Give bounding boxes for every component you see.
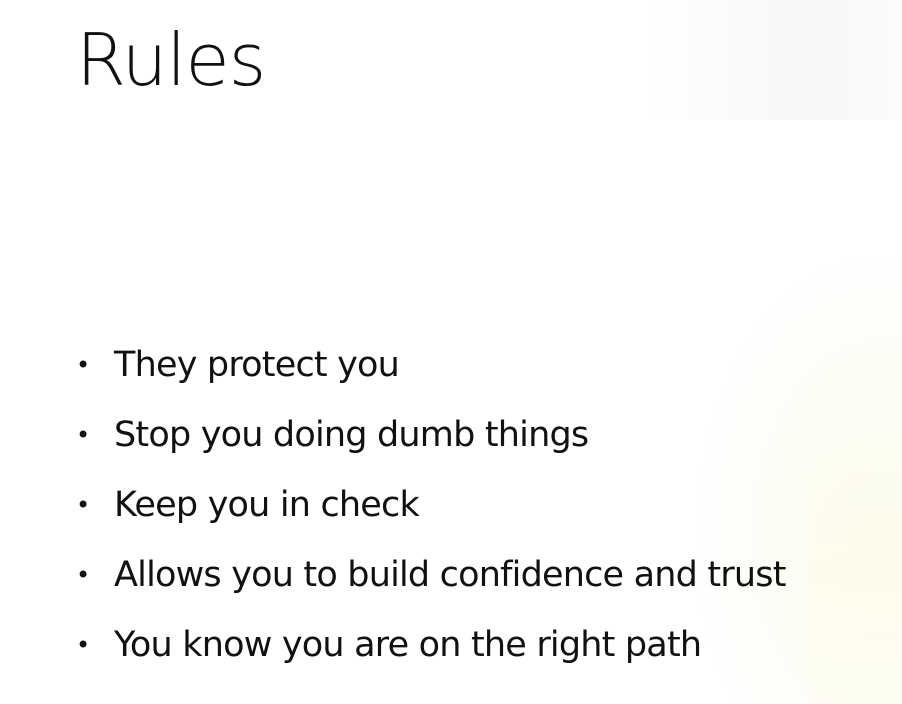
bullet-text: Keep you in check [114, 485, 420, 525]
bullet-text: You know you are on the right path [114, 625, 702, 665]
background-decoration [810, 420, 902, 704]
bullet-text: They protect you [114, 345, 400, 385]
background-decoration [650, 0, 902, 120]
bullet-icon: • [76, 491, 91, 519]
bullet-icon: • [76, 421, 91, 449]
bullet-icon: • [76, 631, 91, 659]
list-item: • Allows you to build confidence and tru… [76, 540, 786, 610]
list-item: • You know you are on the right path [76, 610, 786, 680]
list-item: • Stop you doing dumb things [76, 400, 786, 470]
bullet-icon: • [76, 351, 91, 379]
bullet-icon: • [76, 561, 91, 589]
list-item: • Keep you in check [76, 470, 786, 540]
slide-title: Rules [76, 18, 266, 102]
slide: Rules • They protect you • Stop you doin… [0, 0, 902, 704]
list-item: • They protect you [76, 330, 786, 400]
bullet-list: • They protect you • Stop you doing dumb… [76, 330, 786, 680]
bullet-text: Stop you doing dumb things [114, 415, 589, 455]
bullet-text: Allows you to build confidence and trust [114, 555, 786, 595]
